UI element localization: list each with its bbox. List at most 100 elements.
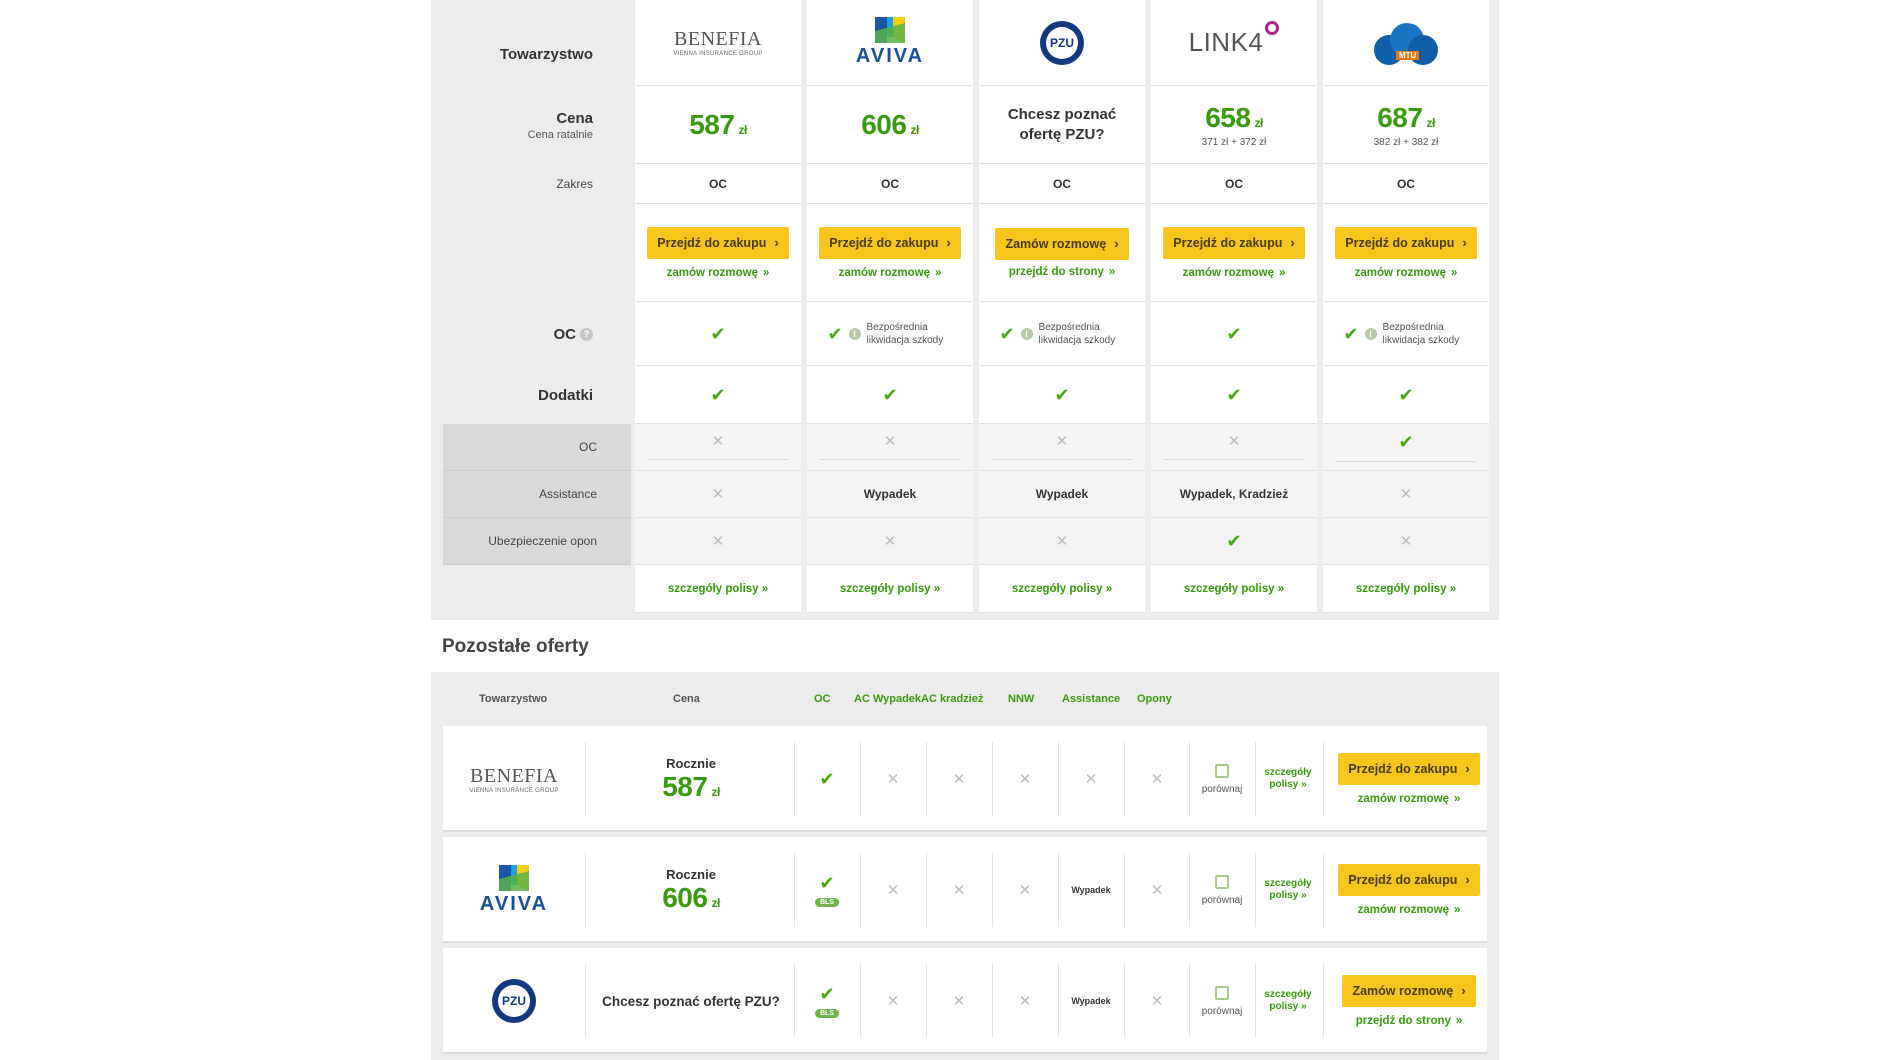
header-company: Towarzystwo bbox=[479, 693, 548, 705]
order-call-link-aviva[interactable]: zamów rozmowę» bbox=[839, 267, 942, 279]
offer-price: 587 zł bbox=[662, 770, 720, 802]
price-cell-mtu: 687 zł 382 zł + 382 zł bbox=[1323, 86, 1489, 164]
header-assistance[interactable]: Assistance bbox=[1062, 693, 1120, 705]
buy-button-link4[interactable]: Przejdź do zakupu › bbox=[1163, 226, 1305, 259]
go-to-site-link-pzu[interactable]: przejdź do strony» bbox=[1009, 266, 1116, 278]
info-icon[interactable]: i bbox=[1020, 327, 1033, 340]
info-icon[interactable]: i bbox=[1364, 327, 1377, 340]
label-oc: OC bbox=[553, 325, 577, 343]
offer-row-benefia: BENEFIA VIENNA INSURANCE GROUP Rocznie 5… bbox=[443, 726, 1487, 832]
offer-row-aviva: AVIVA Rocznie 606 zł ✔ BLS ✕ ✕ ✕ Wypadek ✕… bbox=[443, 837, 1487, 943]
compare-checkbox[interactable]: porównaj bbox=[1189, 726, 1255, 832]
cross-icon: ✕ bbox=[1227, 433, 1241, 450]
label-price: Cena bbox=[556, 109, 593, 127]
compare-checkbox[interactable]: porównaj bbox=[1189, 837, 1255, 943]
benefia-logo: BENEFIA VIENNA INSURANCE GROUP bbox=[673, 28, 763, 57]
scope-link4: OC bbox=[1225, 176, 1243, 191]
check-icon: ✔ bbox=[1226, 531, 1242, 551]
buy-button[interactable]: Przejdź do zakupu › bbox=[1338, 864, 1480, 896]
cross-icon: ✕ bbox=[1399, 532, 1413, 550]
check-icon: ✔ bbox=[1226, 384, 1242, 405]
assistance-pzu: Wypadek bbox=[1035, 487, 1089, 501]
scope-mtu: OC bbox=[1397, 176, 1415, 191]
cross-icon: ✕ bbox=[1399, 485, 1413, 503]
order-call-link-benefia[interactable]: zamów rozmowę» bbox=[667, 267, 770, 279]
row-price: Cena Cena ratalnie 587 zł 606 zł Chcesz po… bbox=[431, 86, 1499, 164]
chevron-right-icon: › bbox=[1462, 234, 1467, 250]
link4-ring-icon bbox=[1265, 21, 1280, 35]
checkbox-icon[interactable] bbox=[1215, 874, 1229, 889]
policy-details-link-mtu[interactable]: szczegóły polisy » bbox=[1356, 583, 1456, 595]
cross-icon: ✕ bbox=[1055, 433, 1069, 450]
chevron-right-icon: › bbox=[1114, 235, 1119, 251]
go-to-site-link[interactable]: przejdź do strony» bbox=[1356, 1015, 1463, 1027]
aviva-logo: AVIVA bbox=[856, 17, 924, 68]
cross-icon: ✕ bbox=[711, 485, 725, 503]
help-question-icon[interactable]: ? bbox=[580, 327, 593, 341]
other-offers-header: Towarzystwo Cena OC AC Wypadek AC kradzi… bbox=[431, 672, 1499, 726]
cross-icon: ✕ bbox=[711, 433, 725, 450]
header-nnw[interactable]: NNW bbox=[1008, 693, 1034, 705]
check-icon: ✔ bbox=[1054, 384, 1070, 405]
direct-claims-text-pzu: Bezpośrednia likwidacja szkody bbox=[1038, 321, 1116, 346]
buy-button-mtu[interactable]: Przejdź do zakupu › bbox=[1335, 226, 1477, 259]
scope-aviva: OC bbox=[881, 176, 899, 191]
order-call-link-mtu[interactable]: zamów rozmowę» bbox=[1355, 267, 1458, 279]
chevron-right-icon: › bbox=[1461, 983, 1466, 998]
header-tires[interactable]: Opony bbox=[1137, 693, 1172, 705]
check-icon: ✔ bbox=[1398, 431, 1414, 452]
policy-details-link[interactable]: szczegóły polisy » bbox=[1255, 948, 1321, 1054]
order-call-button[interactable]: Zamów rozmowę › bbox=[1342, 975, 1476, 1007]
header-price: Cena bbox=[673, 693, 700, 705]
check-icon: ✔ bbox=[1226, 323, 1242, 344]
policy-details-link-benefia[interactable]: szczegóły polisy » bbox=[668, 583, 768, 595]
header-ac-accident[interactable]: AC Wypadek bbox=[854, 693, 921, 705]
bls-badge: BLS bbox=[815, 1008, 839, 1018]
policy-details-link-link4[interactable]: szczegóły polisy » bbox=[1184, 583, 1284, 595]
check-icon: ✔ bbox=[827, 323, 843, 344]
checkbox-icon[interactable] bbox=[1215, 763, 1229, 778]
order-call-link[interactable]: zamów rozmowę» bbox=[1358, 904, 1461, 916]
info-icon[interactable]: i bbox=[848, 327, 861, 340]
check-icon: ✔ bbox=[819, 983, 835, 1004]
buy-button-benefia[interactable]: Przejdź do zakupu › bbox=[647, 226, 789, 259]
order-call-link[interactable]: zamów rozmowę» bbox=[1358, 793, 1461, 805]
other-offers-title: Pozostałe oferty bbox=[442, 636, 589, 657]
compare-checkbox[interactable]: porównaj bbox=[1189, 948, 1255, 1054]
header-ac-theft[interactable]: AC kradzież bbox=[921, 693, 983, 705]
buy-button-aviva[interactable]: Przejdź do zakupu › bbox=[819, 226, 961, 259]
assistance-link4: Wypadek, Kradzież bbox=[1179, 487, 1289, 501]
policy-details-link[interactable]: szczegóły polisy » bbox=[1255, 726, 1321, 832]
buy-button[interactable]: Przejdź do zakupu › bbox=[1338, 753, 1480, 785]
policy-details-link-pzu[interactable]: szczegóły polisy » bbox=[1012, 583, 1112, 595]
row-oc: OC ? ✔ ✔ i Bezpośrednia likwidacja szkod… bbox=[431, 302, 1499, 366]
chevron-right-icon: › bbox=[1465, 872, 1470, 887]
cross-icon: ✕ bbox=[1150, 881, 1164, 899]
cross-icon: ✕ bbox=[886, 770, 900, 788]
row-details: szczegóły polisy » szczegóły polisy » sz… bbox=[431, 565, 1499, 613]
cross-icon: ✕ bbox=[952, 881, 966, 899]
assistance-value: Wypadek bbox=[1071, 885, 1111, 895]
pzu-ask-text: Chcesz poznać ofertę PZU? bbox=[1007, 105, 1117, 143]
cross-icon: ✕ bbox=[952, 992, 966, 1010]
header-oc[interactable]: OC bbox=[814, 693, 831, 705]
check-icon: ✔ bbox=[1343, 323, 1359, 344]
check-icon: ✔ bbox=[710, 323, 726, 344]
order-call-button-pzu[interactable]: Zamów rozmowę › bbox=[995, 227, 1129, 260]
chevron-right-icon: › bbox=[774, 234, 779, 250]
pzu-logo: PZU bbox=[1040, 20, 1084, 65]
aviva-flag-icon bbox=[875, 17, 905, 43]
label-scope: Zakres bbox=[556, 177, 593, 191]
policy-details-link-aviva[interactable]: szczegóły polisy » bbox=[840, 583, 940, 595]
order-call-link-link4[interactable]: zamów rozmowę» bbox=[1183, 267, 1286, 279]
price-cell-link4: 658 zł 371 zł + 372 zł bbox=[1151, 86, 1317, 164]
policy-details-link[interactable]: szczegóły polisy » bbox=[1255, 837, 1321, 943]
cross-icon: ✕ bbox=[711, 532, 725, 550]
row-sub-oc: OC ✕ ✕ ✕ ✕ ✔ bbox=[431, 424, 1499, 471]
aviva-flag-icon bbox=[499, 864, 529, 891]
period-label: Rocznie bbox=[666, 755, 716, 771]
price-aviva: 606 zł bbox=[861, 108, 919, 140]
checkbox-icon[interactable] bbox=[1215, 985, 1229, 1000]
logo-cell-pzu: PZU bbox=[979, 0, 1145, 86]
price-cell-pzu: Chcesz poznać ofertę PZU? bbox=[979, 86, 1145, 164]
